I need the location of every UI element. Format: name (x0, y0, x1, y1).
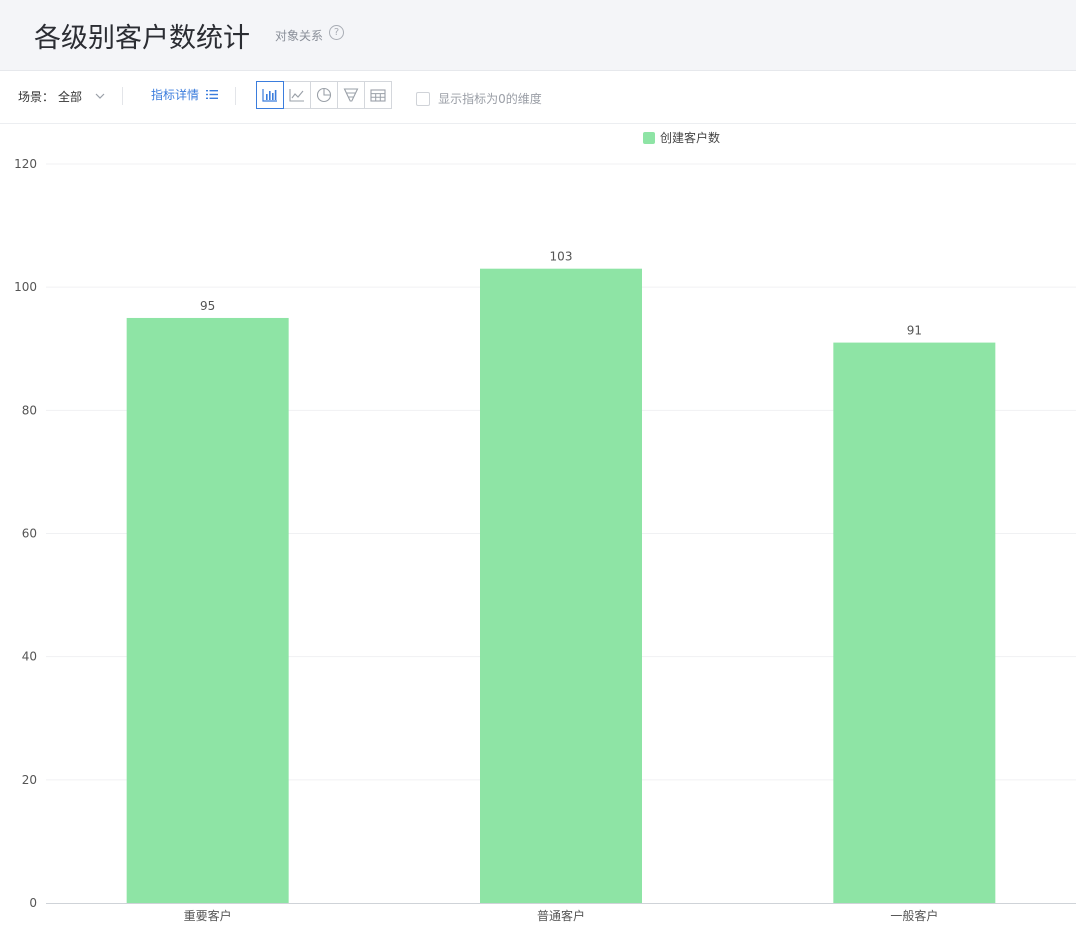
chart-area: 0 20 40 60 80 100 120 95 重要客户 103 普通客户 91 一般客户 创建客户数 (0, 124, 1076, 932)
line-chart-icon (289, 89, 304, 102)
metric-detail-link[interactable]: 指标详情 (151, 86, 218, 106)
metric-detail-label: 指标详情 (151, 88, 200, 102)
chevron-down-icon (95, 93, 105, 99)
y-tick-label: 0 (29, 896, 37, 910)
scene-label: 场景： (18, 90, 55, 104)
y-tick-label: 20 (22, 773, 37, 787)
toolbar: 场景： 全部 指标详情 显示指标为0的维度 (0, 71, 1076, 124)
show-zero-checkbox[interactable] (416, 91, 430, 106)
show-zero-dimension-toggle[interactable]: 显示指标为0的维度 (416, 88, 542, 106)
bar[interactable] (833, 342, 996, 903)
bar-value-label: 103 (550, 250, 573, 264)
pie-chart-button[interactable] (310, 81, 338, 109)
help-icon[interactable]: ? (329, 25, 344, 40)
legend-swatch[interactable] (643, 132, 655, 144)
table-icon (370, 88, 386, 102)
toolbar-divider (122, 87, 123, 105)
pie-chart-icon (316, 87, 332, 103)
table-view-button[interactable] (364, 81, 392, 109)
scene-value: 全部 (58, 90, 83, 104)
bar[interactable] (126, 317, 289, 903)
line-chart-button[interactable] (283, 81, 311, 109)
bar-value-label: 91 (907, 324, 922, 338)
x-tick-label: 普通客户 (537, 908, 585, 923)
bar-chart: 0 20 40 60 80 100 120 95 重要客户 103 普通客户 91 一般客户 创建客户数 (14, 130, 1076, 923)
toolbar-divider (235, 87, 236, 105)
scene-select[interactable]: 全部 (56, 84, 112, 108)
x-tick-label: 一般客户 (890, 908, 938, 923)
legend-label[interactable]: 创建客户数 (660, 130, 720, 145)
chart-type-switcher (256, 81, 392, 109)
list-icon (205, 90, 218, 99)
page-title: 各级别客户数统计 (34, 23, 250, 54)
y-tick-label: 100 (14, 280, 37, 294)
x-tick-label: 重要客户 (184, 908, 232, 923)
bar[interactable] (480, 268, 642, 903)
y-tick-label: 80 (22, 403, 37, 417)
bar-chart-button[interactable] (256, 81, 284, 109)
page-header: 各级别客户数统计 对象关系 ? (0, 0, 1076, 71)
y-tick-label: 60 (22, 527, 37, 541)
show-zero-label: 显示指标为0的维度 (438, 92, 542, 106)
funnel-chart-button[interactable] (337, 81, 365, 109)
bar-value-label: 95 (200, 299, 215, 313)
object-relation-link[interactable]: 对象关系 (275, 27, 323, 44)
bar-chart-icon (262, 89, 277, 102)
funnel-chart-icon (343, 88, 359, 102)
y-tick-label: 120 (14, 157, 37, 171)
y-tick-label: 40 (22, 650, 37, 664)
